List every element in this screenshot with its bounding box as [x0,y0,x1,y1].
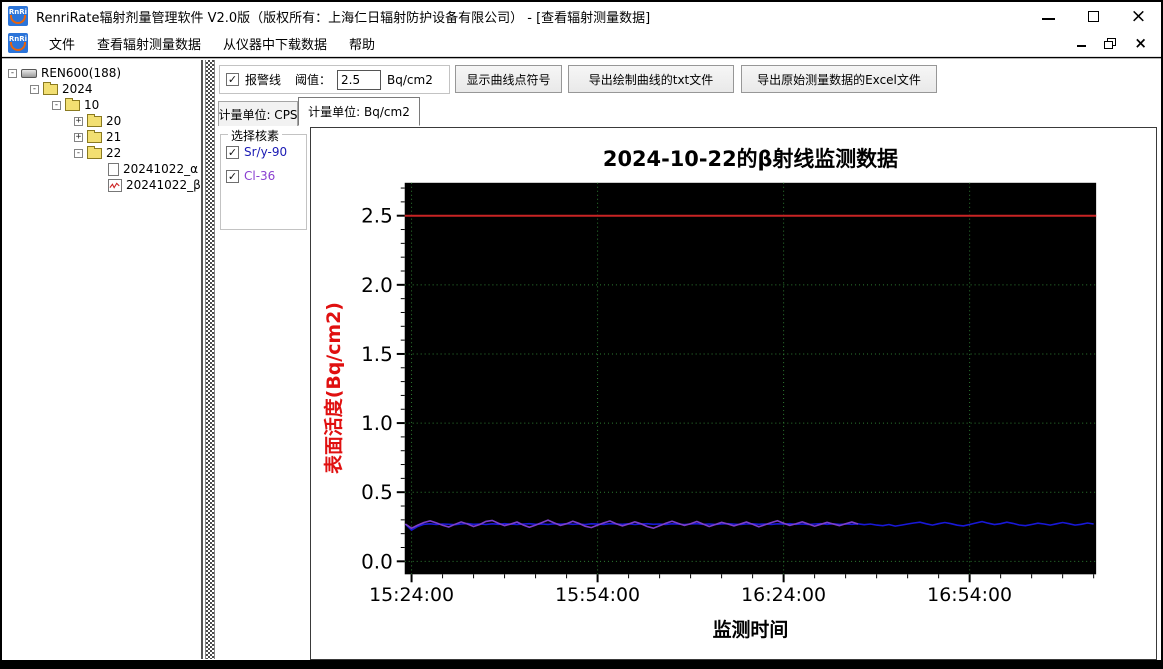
svg-text:0.0: 0.0 [361,550,393,573]
app-icon: RnRi [8,6,28,26]
tree-item-10[interactable]: - 10 [52,97,201,113]
mdi-child-icon: RnRi [8,33,28,53]
nuclide-groupbox-title: 选择核素 [228,127,283,144]
nuclide-list: ✓ Sr/y-90 ✓ Cl-36 [221,145,306,183]
tree-item-label: 10 [84,98,100,112]
tree-item-20[interactable]: +20 [74,113,201,129]
mdi-close-icon[interactable]: × [1134,35,1147,51]
app-icon-swoosh [10,15,26,24]
svg-text:15:54:00: 15:54:00 [555,584,640,606]
nuclide-label: Cl-36 [244,169,276,183]
tree-item-2024[interactable]: - 2024 [30,81,201,97]
nuclide-checkbox-cl-36[interactable]: ✓ [226,169,239,183]
tree-item-label: 20241022_β [126,178,201,192]
svg-text:0.5: 0.5 [361,481,393,504]
tree-item-label: 21 [106,130,122,144]
nuclide-label: Sr/y-90 [244,145,288,159]
minimize-icon [1042,12,1055,20]
nuclide-item-sr-y-90[interactable]: ✓ Sr/y-90 [226,145,306,159]
alarm-line-checkbox[interactable]: ✓ [226,73,239,86]
tab-unit-bqcm2[interactable]: 计量单位: Bq/cm2 [298,97,420,126]
svg-text:2.0: 2.0 [361,274,393,297]
menu-item-download-data[interactable]: 从仪器中下载数据 [212,30,338,57]
titlebar: RnRi RenriRate辐射剂量管理软件 V2.0版（版权所有：上海仁日辐射… [2,2,1161,30]
menu-items: 文件 查看辐射测量数据 从仪器中下载数据 帮助 [38,30,386,57]
nuclide-groupbox: 选择核素 ✓ Sr/y-90 ✓ Cl-36 [220,127,307,230]
device-tree-panel: - REN600(188) -2024-10 +20 +21-22 20241022_α 2… [2,60,203,659]
window-title: RenriRate辐射剂量管理软件 V2.0版（版权所有：上海仁日辐射防护设备有… [36,10,651,26]
tree-item-label: REN600(188) [41,66,122,80]
alarm-groupbox: ✓ 报警线 阈值： Bq/cm2 [219,65,450,94]
threshold-input[interactable] [337,69,382,90]
tree-item-label: 20241022_α [123,162,198,176]
document-icon [108,162,119,176]
chart-file-icon [108,178,122,192]
maximize-icon [1088,10,1099,22]
beta-chart-panel: 0.0 0.5 1.0 1.5 2.0 2.5 15:24:00 15:54:00 16:24:… [310,127,1157,660]
tree-item-label: 2024 [62,82,93,96]
threshold-unit-label: Bq/cm2 [387,72,433,87]
collapse-expander-icon[interactable]: - [8,68,17,78]
chart-title: 2024-10-22的β射线监测数据 [603,147,898,171]
svg-text:16:54:00: 16:54:00 [927,584,1012,606]
svg-text:16:24:00: 16:24:00 [741,584,826,606]
mdi-restore-icon[interactable] [1104,37,1117,49]
collapse-expander-icon[interactable]: - [30,84,39,94]
expand-expander-icon[interactable]: + [74,116,83,126]
export-excel-button[interactable]: 导出原始测量数据的Excel文件 [741,65,937,93]
svg-text:2.5: 2.5 [361,205,393,228]
minimize-button[interactable] [1026,3,1071,29]
menubar: RnRi 文件 查看辐射测量数据 从仪器中下载数据 帮助 × [2,30,1161,57]
close-button[interactable]: × [1116,3,1161,29]
nuclide-item-cl-36[interactable]: ✓ Cl-36 [226,169,306,183]
export-txt-button[interactable]: 导出绘制曲线的txt文件 [568,65,734,93]
maximize-button[interactable] [1071,3,1116,29]
tree-item-22[interactable]: - 22 [74,145,201,161]
svg-text:1.0: 1.0 [361,412,393,435]
tree-item-21[interactable]: +21 [74,129,201,145]
menu-item-view-data[interactable]: 查看辐射测量数据 [86,30,212,57]
show-curve-points-button[interactable]: 显示曲线点符号 [455,65,562,93]
folder-icon [65,97,80,111]
folder-icon [87,145,102,159]
expand-expander-icon[interactable]: + [74,132,83,142]
device-icon [21,68,37,78]
alarm-line-label: 报警线 [245,73,282,87]
menu-item-help[interactable]: 帮助 [338,30,386,57]
collapse-expander-icon[interactable]: - [74,148,83,158]
panel-splitter[interactable] [205,60,215,659]
mdi-minimize-icon[interactable] [1077,40,1087,47]
svg-text:1.5: 1.5 [361,343,393,366]
main-panel: ✓ 报警线 阈值： Bq/cm2 显示曲线点符号 导出绘制曲线的txt文件 导出… [217,59,1160,660]
tree-item-ren600[interactable]: - REN600(188) [8,65,201,81]
y-axis-label: 表面活度(Bq/cm2) [322,302,345,474]
menu-item-file[interactable]: 文件 [38,30,86,57]
close-icon: × [1130,4,1147,27]
app-window: RnRi RenriRate辐射剂量管理软件 V2.0版（版权所有：上海仁日辐射… [0,0,1163,669]
collapse-expander-icon[interactable]: - [52,100,61,110]
x-axis-label: 监测时间 [713,618,789,641]
nuclide-checkbox-sr-y-90[interactable]: ✓ [226,145,239,159]
window-controls: × [1026,3,1161,29]
content-area: - REN600(188) -2024-10 +20 +21-22 20241022_α 2… [2,58,1161,660]
tree-item-label: 20 [106,114,122,128]
folder-icon [87,129,102,143]
tab-unit-cps[interactable]: 计量单位: CPS [218,101,298,126]
folder-icon [87,113,102,127]
folder-icon [43,81,58,95]
mdi-window-controls: × [1077,35,1161,51]
threshold-label: 阈值： [295,73,332,87]
svg-text:15:24:00: 15:24:00 [369,584,454,606]
tree-item-label: 22 [106,146,122,160]
tree-item-20241022-alpha[interactable]: 20241022_α [108,161,201,177]
plot-area [404,182,1097,575]
tree-item-20241022-beta[interactable]: 20241022_β [108,177,201,193]
beta-chart: 0.0 0.5 1.0 1.5 2.0 2.5 15:24:00 15:54:00 16:24:… [322,147,1097,641]
